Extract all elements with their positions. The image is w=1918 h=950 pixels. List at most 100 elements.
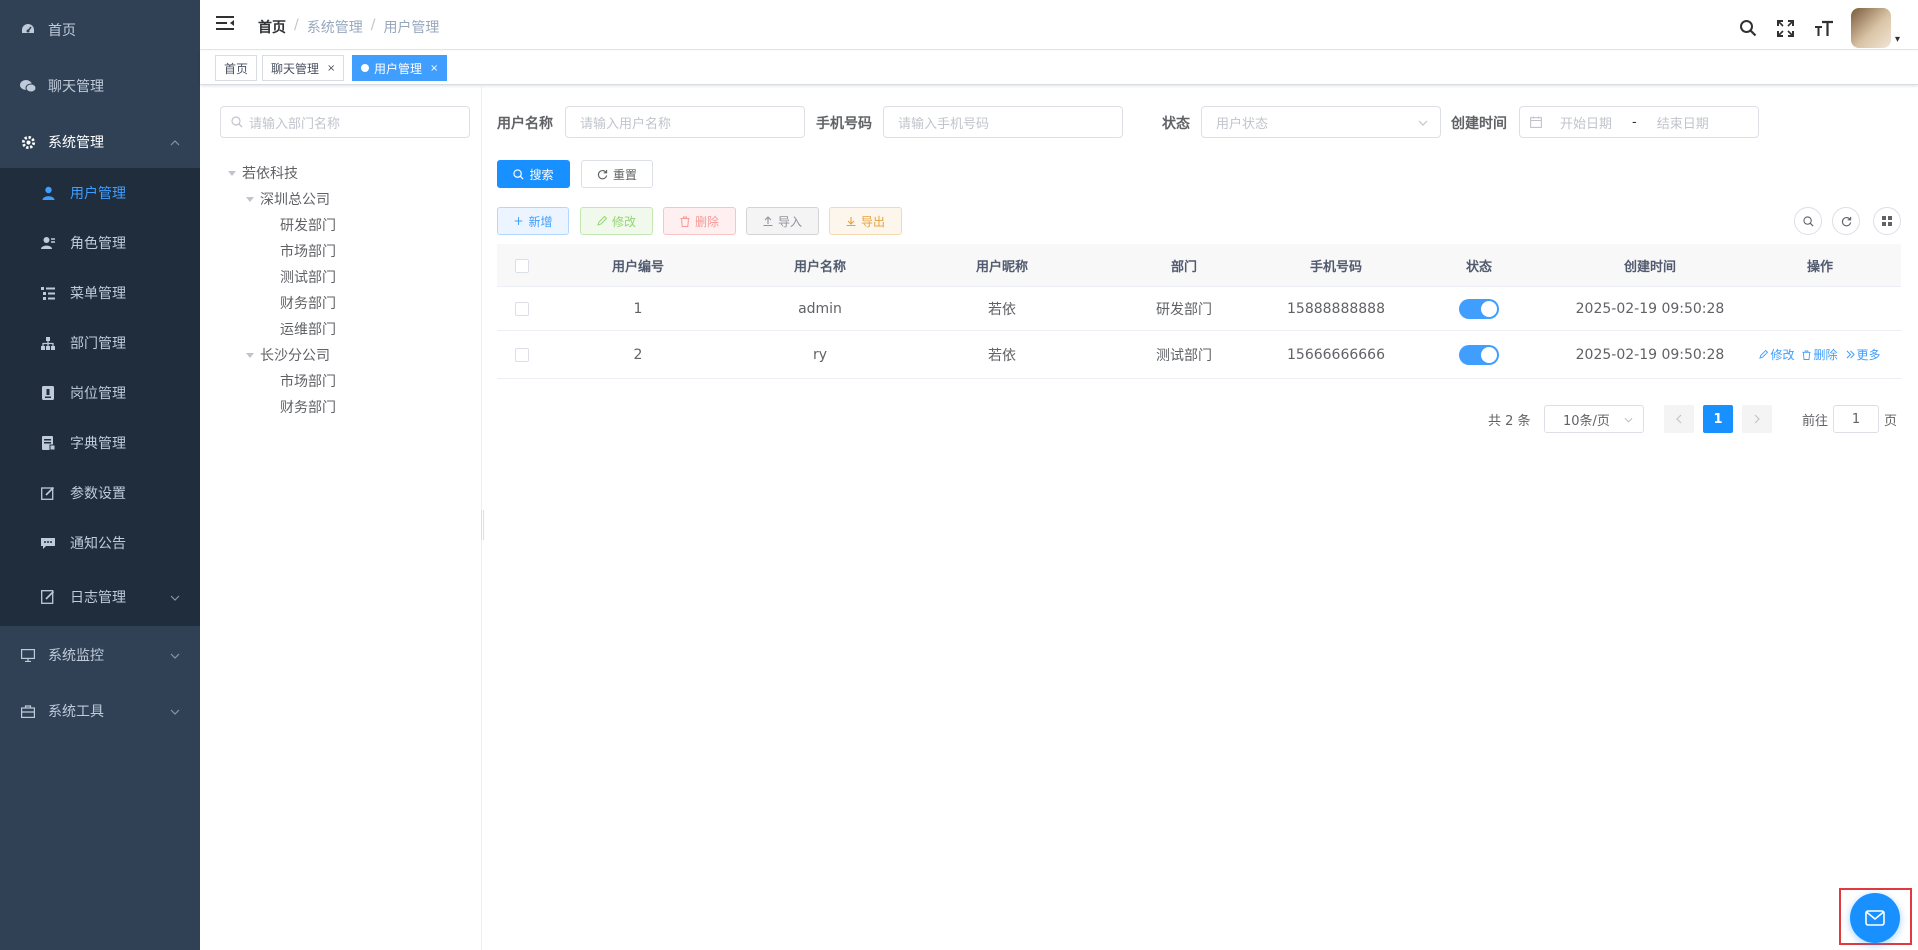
sidebar-item-roles[interactable]: 角色管理: [0, 218, 200, 268]
sidebar-item-label: 日志管理: [70, 590, 126, 606]
fullscreen-icon[interactable]: [1775, 17, 1797, 39]
tree-node[interactable]: 测试部门: [280, 267, 336, 287]
sidebar-item-posts[interactable]: 岗位管理: [0, 368, 200, 418]
caret-down-icon[interactable]: [246, 352, 254, 358]
cell-actions: 修改 删除 更多: [1739, 331, 1901, 378]
trash-icon: [1802, 350, 1812, 360]
avatar[interactable]: [1850, 8, 1891, 48]
row-checkbox[interactable]: [515, 301, 529, 316]
tree-node-label: 市场部门: [280, 244, 336, 260]
sidebar-item-label: 部门管理: [70, 336, 126, 352]
sidebar-item-notice[interactable]: 通知公告: [0, 518, 200, 568]
column-header[interactable]: 创建时间: [1561, 244, 1739, 287]
search-button[interactable]: 搜索: [497, 160, 570, 188]
column-header[interactable]: 用户编号: [547, 244, 729, 287]
breadcrumb-home[interactable]: 首页: [258, 17, 286, 37]
column-header[interactable]: 用户名称: [729, 244, 911, 287]
tag-users[interactable]: 用户管理 ×: [352, 55, 448, 81]
cell-created-time: 2025-02-19 09:50:28: [1575, 346, 1725, 363]
tree-node[interactable]: 市场部门: [280, 371, 336, 391]
sidebar-item-label: 首页: [48, 23, 76, 39]
chevron-down-icon: [1624, 417, 1633, 423]
split-drag-handle[interactable]: [481, 510, 484, 540]
row-more-link[interactable]: 更多: [1846, 346, 1881, 363]
caret-down-icon[interactable]: [228, 170, 236, 176]
close-icon[interactable]: ×: [430, 63, 438, 74]
dictionary-icon: [40, 435, 56, 451]
hamburger-icon[interactable]: [216, 15, 236, 35]
columns-button[interactable]: [1873, 207, 1901, 235]
sidebar-item-chat[interactable]: 聊天管理: [0, 58, 200, 114]
select-all-checkbox[interactable]: [515, 258, 529, 273]
row-delete-link[interactable]: 删除: [1802, 346, 1838, 363]
sidebar-item-label: 角色管理: [70, 236, 126, 252]
status-select[interactable]: 用户状态: [1201, 106, 1441, 138]
sidebar-item-label: 聊天管理: [48, 79, 104, 95]
export-button[interactable]: 导出: [829, 207, 902, 235]
sidebar-item-system[interactable]: 系统管理: [0, 114, 200, 170]
cell-created-time: 2025-02-19 09:50:28: [1575, 300, 1725, 317]
tag-home[interactable]: 首页: [215, 55, 258, 81]
username-input[interactable]: 请输入用户名称: [565, 106, 805, 138]
column-header[interactable]: 操作: [1739, 244, 1901, 287]
grid-icon: [1882, 216, 1892, 226]
tree-node[interactable]: 研发部门: [280, 215, 336, 235]
caret-down-icon[interactable]: [246, 196, 254, 202]
status-switch[interactable]: [1459, 344, 1499, 365]
column-header[interactable]: 用户昵称: [911, 244, 1093, 287]
column-header[interactable]: 状态: [1397, 244, 1561, 287]
refresh-icon: [1841, 216, 1851, 226]
status-switch[interactable]: [1459, 298, 1499, 319]
search-button-label: 搜索: [529, 167, 554, 182]
delete-button-label: 删除: [694, 214, 719, 229]
phone-input[interactable]: 请输入手机号码: [883, 106, 1123, 138]
sidebar-item-tools[interactable]: 系统工具: [0, 683, 200, 739]
import-button-label: 导入: [777, 214, 802, 229]
message-float-button[interactable]: [1850, 893, 1900, 943]
reset-button-label: 重置: [612, 167, 637, 182]
close-icon[interactable]: ×: [327, 63, 335, 74]
row-edit-link[interactable]: 修改: [1759, 346, 1794, 363]
sidebar-item-config[interactable]: 参数设置: [0, 468, 200, 518]
tree-node[interactable]: 深圳总公司: [246, 189, 330, 209]
tree-node[interactable]: 若依科技: [228, 163, 298, 183]
tree-node[interactable]: 财务部门: [280, 397, 336, 417]
goto-page-input[interactable]: 1: [1833, 405, 1879, 433]
upload-icon: [763, 216, 773, 226]
sidebar-item-logs[interactable]: 日志管理: [0, 572, 200, 622]
search-icon[interactable]: [1737, 17, 1759, 39]
dept-search-input[interactable]: 请输入部门名称: [220, 106, 470, 138]
row-checkbox[interactable]: [515, 347, 529, 362]
sidebar-item-monitor[interactable]: 系统监控: [0, 627, 200, 683]
sidebar-item-users[interactable]: 用户管理: [0, 168, 200, 218]
edit-button[interactable]: 修改: [580, 207, 653, 235]
next-page-button[interactable]: [1742, 405, 1772, 433]
column-header[interactable]: 部门: [1093, 244, 1275, 287]
toggle-search-button[interactable]: [1794, 207, 1822, 235]
column-header[interactable]: 手机号码: [1275, 244, 1397, 287]
tree-node[interactable]: 运维部门: [280, 319, 336, 339]
cell-user-id: 1: [633, 300, 643, 317]
prev-page-button[interactable]: [1664, 405, 1694, 433]
page-size-select[interactable]: 10条/页: [1544, 405, 1644, 433]
phone-label: 手机号码: [816, 116, 872, 132]
add-button[interactable]: + 新增: [497, 207, 569, 235]
sidebar-item-label: 菜单管理: [70, 286, 126, 302]
chevron-down-icon[interactable]: ▾: [1895, 34, 1900, 45]
delete-button[interactable]: 删除: [663, 207, 736, 235]
tag-chat[interactable]: 聊天管理 ×: [262, 55, 345, 81]
sidebar-item-menus[interactable]: 菜单管理: [0, 268, 200, 318]
sidebar-item-depts[interactable]: 部门管理: [0, 318, 200, 368]
sidebar-item-label: 参数设置: [70, 486, 126, 502]
sidebar-item-home[interactable]: 首页: [0, 2, 200, 58]
import-button[interactable]: 导入: [746, 207, 819, 235]
tree-node[interactable]: 长沙分公司: [246, 345, 330, 365]
font-size-icon[interactable]: [1813, 17, 1835, 39]
page-number-current[interactable]: 1: [1703, 405, 1733, 433]
tree-node[interactable]: 财务部门: [280, 293, 336, 313]
date-range-picker[interactable]: 开始日期 - 结束日期: [1519, 106, 1759, 138]
tree-node[interactable]: 市场部门: [280, 241, 336, 261]
reset-button[interactable]: 重置: [581, 160, 653, 188]
sidebar-item-dict[interactable]: 字典管理: [0, 418, 200, 468]
refresh-button[interactable]: [1832, 207, 1860, 235]
